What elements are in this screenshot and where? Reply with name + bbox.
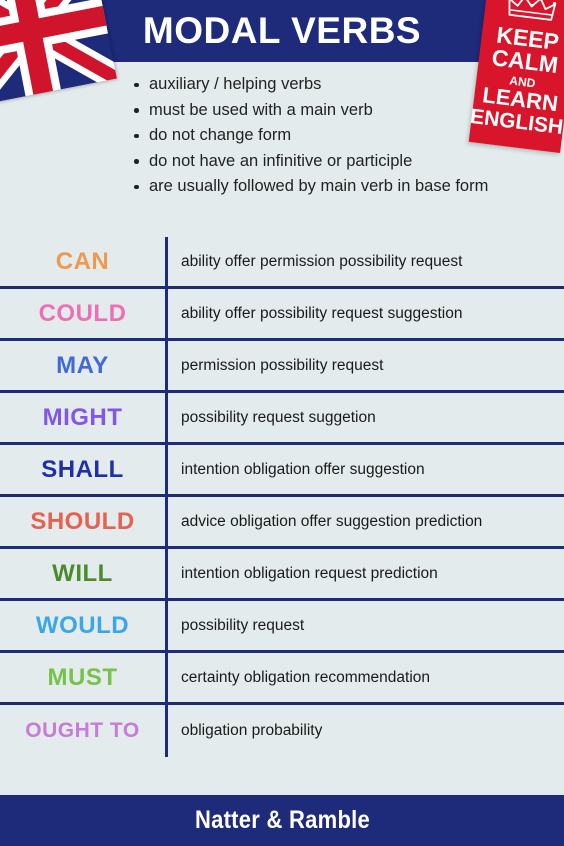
modal-verb-label: SHOULD [30,507,135,535]
intro-bullet-list: auxiliary / helping verbs must be used wi… [132,72,488,200]
table-row: OUGHT TO obligation probability [0,705,564,757]
modal-verb-label: WOULD [35,611,130,639]
table-row: MAY permission possibility request [0,341,564,393]
table-column-divider [165,237,168,757]
modal-verb-label: MAY [56,351,109,379]
intro-bullet-item: auxiliary / helping verbs [132,72,462,98]
modal-verb-uses: certainty obligation recommendation [181,668,430,686]
crown-icon [506,0,557,26]
modal-verb-uses: obligation probability [181,722,323,739]
modal-verb-uses: advice obligation offer suggestion predi… [181,512,483,530]
modal-verb-uses: possibility request suggetion [181,408,376,426]
footer-brand-label: Natter & Ramble [194,806,370,834]
modal-verb-uses: ability offer possibility request sugges… [181,304,463,322]
modal-verb-label: MUST [47,663,118,691]
modal-verb-label: SHALL [41,455,124,483]
modal-verb-label: MIGHT [42,403,123,431]
modal-verb-label: OUGHT TO [25,719,140,742]
table-row: COULD ability offer possibility request s… [0,289,564,341]
union-jack-flag-icon [0,0,117,108]
modal-verb-uses: permission possibility request [181,356,384,374]
table-row: SHALL intention obligation offer suggesti… [0,445,564,497]
intro-bullet-item: do not have an infinitive or participle [132,149,462,175]
modal-verb-label: WILL [52,559,113,587]
modal-verb-uses: intention obligation offer suggestion [181,460,425,478]
modal-verbs-poster: MODAL VERBS KEEP CALM AND LEARN ENGLISH … [0,0,564,846]
intro-bullet-item: must be used with a main verb [132,98,462,124]
modal-verb-uses: ability offer permission possibility req… [181,252,463,270]
modal-verb-uses: intention obligation request prediction [181,564,438,582]
table-row: CAN ability offer permission possibility … [0,237,564,289]
modal-verb-label: CAN [55,247,110,275]
modal-verb-label: COULD [38,299,127,327]
modal-verb-uses: possibility request [181,616,305,634]
intro-bullet-item: are usually followed by main verb in bas… [132,174,488,200]
keep-calm-badge: KEEP CALM AND LEARN ENGLISH [468,0,564,154]
table-row: MIGHT possibility request suggetion [0,393,564,445]
modal-verbs-table: CAN ability offer permission possibility … [0,237,564,757]
table-row: SHOULD advice obligation offer suggestion… [0,497,564,549]
intro-bullet-item: do not change form [132,123,462,149]
footer-band: Natter & Ramble [0,795,564,846]
table-row: WOULD possibility request [0,601,564,653]
table-row: WILL intention obligation request predict… [0,549,564,601]
table-row: MUST certainty obligation recommendation [0,653,564,705]
